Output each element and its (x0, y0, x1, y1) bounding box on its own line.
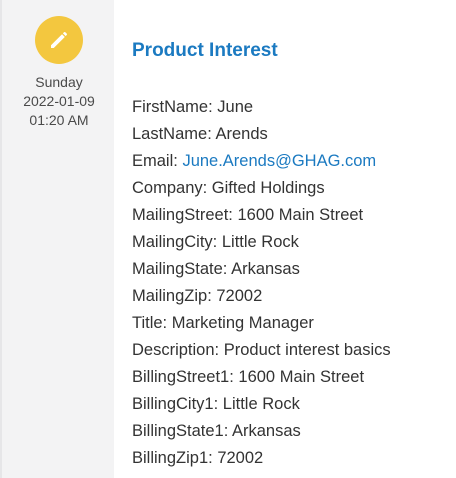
activity-timeline-rail: Sunday 2022-01-09 01:20 AM (0, 0, 114, 478)
field-value: 1600 Main Street (237, 206, 364, 224)
activity-entry: Sunday 2022-01-09 01:20 AM Product Inter… (0, 0, 456, 478)
email-link[interactable]: June.Arends@GHAG.com (182, 152, 376, 170)
activity-day: Sunday (35, 74, 83, 90)
field-row: Title: Marketing Manager (132, 310, 456, 337)
activity-date: 2022-01-09 (23, 93, 95, 109)
field-row: MailingState: Arkansas (132, 256, 456, 283)
field-value: 1600 Main Street (238, 368, 365, 386)
field-value: Little Rock (221, 233, 299, 251)
field-value: 72002 (217, 449, 264, 467)
field-row: LastName: Arends (132, 121, 456, 148)
activity-content: Product Interest FirstName: June LastName… (132, 38, 456, 472)
field-row: MailingStreet: 1600 Main Street (132, 202, 456, 229)
field-label: BillingState1: (132, 422, 229, 440)
field-row: MailingZip: 72002 (132, 283, 456, 310)
field-value: Little Rock (222, 395, 300, 413)
field-row: Company: Gifted Holdings (132, 175, 456, 202)
field-value: 72002 (216, 287, 263, 305)
field-row: BillingCity1: Little Rock (132, 391, 456, 418)
field-value: Arkansas (231, 260, 300, 278)
field-row: BillingState1: Arkansas (132, 418, 456, 445)
field-value: June (217, 98, 254, 116)
field-value: Arends (215, 125, 268, 143)
field-row: FirstName: June (132, 94, 456, 121)
field-label: MailingZip: (132, 287, 212, 305)
field-value: Gifted Holdings (211, 179, 325, 197)
field-label: Email: (132, 152, 178, 170)
activity-title: Product Interest (132, 40, 278, 61)
field-row: BillingZip1: 72002 (132, 445, 456, 472)
field-label: BillingStreet1: (132, 368, 234, 386)
field-list: FirstName: June LastName: Arends Email: Ju… (132, 94, 456, 472)
activity-time: 01:20 AM (29, 112, 89, 128)
field-label: Company: (132, 179, 208, 197)
activity-timestamp: Sunday 2022-01-09 01:20 AM (2, 73, 116, 130)
field-label: Title: (132, 314, 168, 332)
field-label: BillingZip1: (132, 449, 213, 467)
field-value: Arkansas (232, 422, 301, 440)
field-label: Description: (132, 341, 220, 359)
field-label: MailingCity: (132, 233, 218, 251)
field-label: LastName: (132, 125, 212, 143)
field-row: Email: June.Arends@GHAG.com (132, 148, 456, 175)
field-row: MailingCity: Little Rock (132, 229, 456, 256)
field-row: BillingStreet1: 1600 Main Street (132, 364, 456, 391)
field-label: BillingCity1: (132, 395, 219, 413)
field-label: FirstName: (132, 98, 213, 116)
field-value: Product interest basics (223, 341, 391, 359)
field-label: MailingState: (132, 260, 228, 278)
pencil-icon (35, 16, 83, 64)
field-value: Marketing Manager (171, 314, 314, 332)
field-label: MailingStreet: (132, 206, 233, 224)
field-row: Description: Product interest basics (132, 337, 456, 364)
